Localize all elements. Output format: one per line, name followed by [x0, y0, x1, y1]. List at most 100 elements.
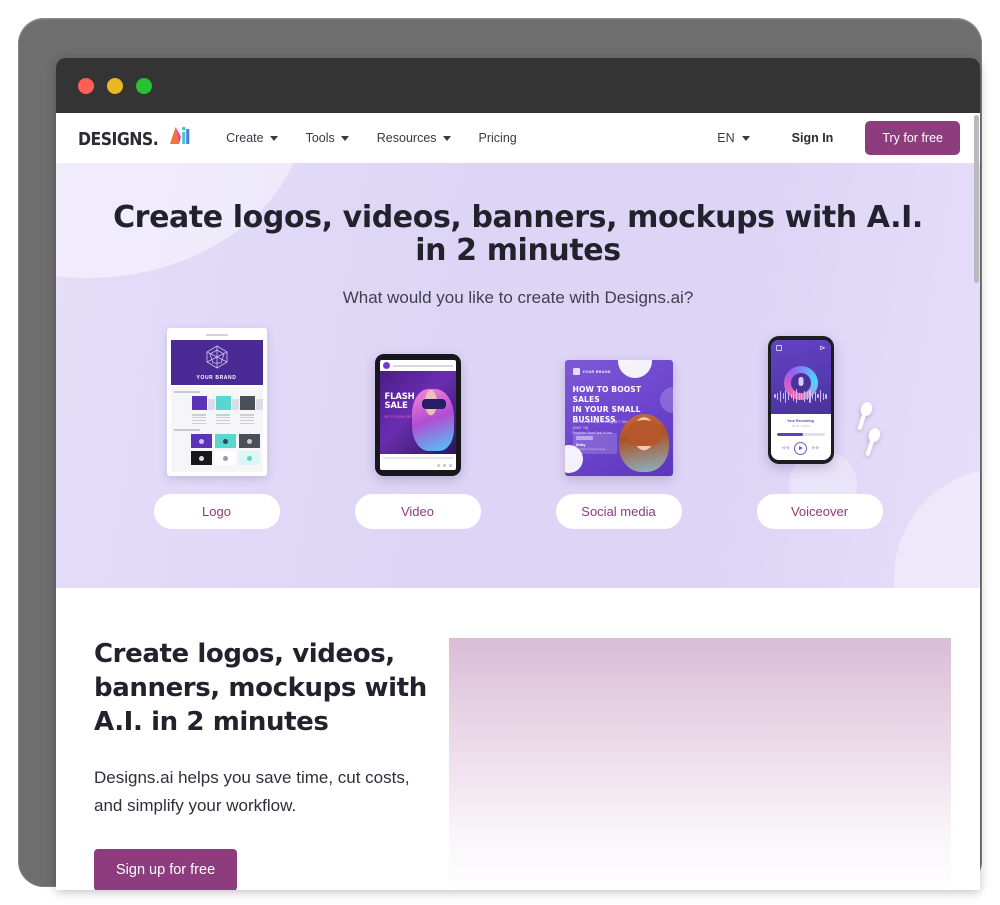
brand-style-guide-mockup: YOUR BRAND: [166, 328, 267, 477]
brandsheet-section-label: [173, 391, 200, 394]
social-post-brand: YOUR BRAND: [572, 368, 611, 376]
hero-title-line1: Create logos, videos, banners, mockups w…: [113, 200, 923, 235]
hero-content: Create logos, videos, banners, mockups w…: [56, 200, 980, 308]
brandsheet-brand-text: YOUR BRAND: [196, 375, 237, 382]
video-card-art: FLASH SALE UP TO 50% OFF: [374, 326, 461, 477]
share-icon: ⊳: [819, 345, 826, 353]
chevron-down-icon: [269, 136, 278, 141]
earbud-icon: [858, 401, 874, 418]
brand-mark-icon: [572, 368, 580, 376]
brandsheet-section-label-2: [173, 429, 200, 432]
brandsheet-logo-variations-row2: [174, 451, 260, 466]
browser-titlebar: [56, 58, 980, 113]
sign-in-link[interactable]: Sign In: [792, 131, 834, 145]
phone-device: ⊳ Your Recording 00:45 / 01:20 ◀◀ ▶▶: [767, 336, 834, 465]
brandsheet-color-swatches: [174, 396, 263, 411]
nav-item-create-label: Create: [226, 131, 264, 145]
recorder-controls: Your Recording 00:45 / 01:20 ◀◀ ▶▶: [770, 414, 831, 461]
play-button[interactable]: [794, 441, 807, 455]
recorder-visual: ⊳: [770, 340, 831, 415]
device-bezel: DESIGNS. Create Tools Resources Pricing …: [18, 18, 982, 890]
ai-logo-icon: [168, 126, 190, 145]
nav-item-pricing[interactable]: Pricing: [479, 131, 517, 145]
designs-ai-logo[interactable]: DESIGNS.: [78, 126, 190, 150]
menu-icon: [775, 345, 782, 352]
feature-media-placeholder: [449, 638, 951, 890]
voiceover-card-art: ⊳ Your Recording 00:45 / 01:20 ◀◀ ▶▶: [760, 326, 882, 476]
maximize-icon[interactable]: [136, 77, 152, 94]
try-for-free-button[interactable]: Try for free: [865, 121, 960, 155]
site-navbar: DESIGNS. Create Tools Resources Pricing …: [56, 113, 980, 163]
hero-card-social-media-button[interactable]: Social media: [555, 494, 682, 530]
playback-progress[interactable]: [776, 433, 825, 436]
hero-card-logo-button[interactable]: Logo: [153, 494, 280, 530]
nav-item-resources-label: Resources: [376, 131, 437, 145]
feature-section: Create logos, videos, banners, mockups w…: [56, 588, 980, 890]
page-viewport: DESIGNS. Create Tools Resources Pricing …: [56, 113, 980, 890]
logo-wordmark: DESIGNS.: [78, 130, 159, 150]
video-subline: UP TO 50% OFF: [384, 415, 415, 420]
previous-icon[interactable]: ◀◀: [781, 445, 789, 451]
nav-item-tools[interactable]: Tools: [306, 131, 349, 145]
speaker-photo: [618, 414, 669, 473]
geometric-logo-icon: [206, 345, 227, 369]
hero-card-voiceover-button[interactable]: Voiceover: [756, 494, 883, 530]
nav-item-resources[interactable]: Resources: [377, 131, 451, 145]
hero-card-video[interactable]: FLASH SALE UP TO 50% OFF Video: [317, 326, 518, 530]
sign-up-for-free-button[interactable]: Sign up for free: [94, 848, 238, 890]
speaker-tag: [575, 436, 593, 441]
social-media-card-art: YOUR BRAND HOW TO BOOST SALES IN YOUR SM…: [564, 326, 673, 477]
nav-item-tools-label: Tools: [305, 131, 335, 145]
language-selector[interactable]: EN: [717, 131, 750, 145]
decorative-circle-icon: [617, 360, 652, 379]
hero-card-row: YOUR BRAND Logo FLASH SALE UP TO 50% OFF…: [56, 326, 980, 530]
nav-item-pricing-label: Pricing: [478, 131, 517, 145]
recording-title: Your Recording: [787, 419, 814, 424]
video-headline: FLASH SALE: [384, 392, 415, 411]
hero-title-line2: in 2 minutes: [415, 232, 621, 268]
next-icon[interactable]: ▶▶: [812, 445, 820, 451]
social-post-actions: [380, 461, 456, 470]
swatch-teal: [215, 396, 239, 411]
language-selector-label: EN: [717, 131, 735, 145]
hero-title: Create logos, videos, banners, mockups w…: [56, 200, 980, 268]
close-icon[interactable]: [78, 77, 94, 94]
hero-card-social-media[interactable]: YOUR BRAND HOW TO BOOST SALES IN YOUR SM…: [518, 326, 719, 530]
minimize-icon[interactable]: [107, 77, 123, 94]
browser-window: DESIGNS. Create Tools Resources Pricing …: [56, 58, 980, 890]
hero-subtitle: What would you like to create with Desig…: [342, 288, 694, 308]
recording-time: 00:45 / 01:20: [791, 424, 810, 429]
logo-card-art: YOUR BRAND: [166, 326, 267, 477]
hero-card-video-button[interactable]: Video: [354, 494, 481, 530]
audio-waveform-icon: [774, 388, 827, 404]
chevron-down-icon: [741, 136, 750, 141]
page-scrollbar-thumb[interactable]: [974, 115, 979, 283]
primary-nav: Create Tools Resources Pricing: [226, 131, 517, 145]
social-post-header: [380, 360, 456, 371]
video-frame: FLASH SALE UP TO 50% OFF: [379, 371, 456, 455]
video-progress-bar: [380, 454, 456, 461]
chevron-down-icon: [340, 136, 349, 141]
avatar: [382, 362, 390, 370]
page-scrollbar[interactable]: [973, 113, 980, 890]
brandsheet-hero: YOUR BRAND: [170, 340, 263, 386]
social-post-speaker-card: Abby Founder of boss focus: [572, 433, 617, 455]
speaker-role: Founder of boss focus: [575, 447, 606, 452]
brandsheet-body: [170, 387, 263, 473]
vr-headset-icon: [421, 399, 446, 410]
swatch-charcoal: [239, 396, 263, 411]
phone-voice-recorder-mockup: ⊳ Your Recording 00:45 / 01:20 ◀◀ ▶▶: [760, 336, 882, 476]
brandsheet-header: [171, 332, 263, 338]
feature-body: Designs.ai helps you save time, cut cost…: [94, 768, 410, 815]
hero-card-logo[interactable]: YOUR BRAND Logo: [116, 326, 317, 530]
nav-item-create[interactable]: Create: [226, 131, 278, 145]
social-post-mockup: YOUR BRAND HOW TO BOOST SALES IN YOUR SM…: [564, 360, 673, 477]
feature-title: Create logos, videos, banners, mockups w…: [94, 639, 427, 737]
chevron-down-icon: [442, 136, 451, 141]
navbar-right: EN Sign In Try for free: [717, 121, 960, 155]
swatch-purple: [191, 396, 215, 411]
brandsheet-logo-variations-row1: [174, 434, 260, 449]
tablet-video-mockup: FLASH SALE UP TO 50% OFF: [374, 354, 461, 477]
hero-card-voiceover[interactable]: ⊳ Your Recording 00:45 / 01:20 ◀◀ ▶▶ Voi…: [719, 326, 920, 530]
feature-text-column: Create logos, videos, banners, mockups w…: [56, 638, 441, 890]
